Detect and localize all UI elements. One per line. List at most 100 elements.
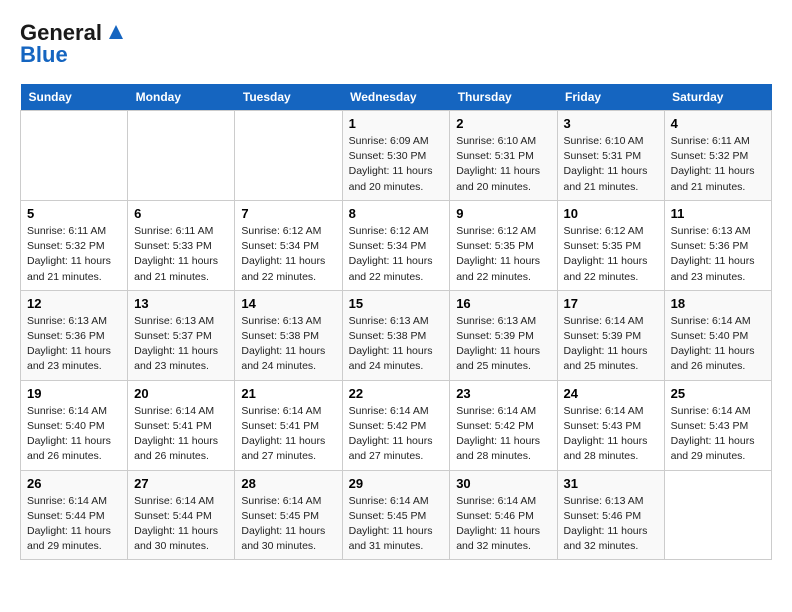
col-header-tuesday: Tuesday — [235, 84, 342, 111]
day-number: 4 — [671, 116, 765, 131]
calendar-day-cell: 5Sunrise: 6:11 AM Sunset: 5:32 PM Daylig… — [21, 200, 128, 290]
empty-cell — [235, 111, 342, 201]
day-info: Sunrise: 6:14 AM Sunset: 5:41 PM Dayligh… — [241, 404, 335, 465]
empty-cell — [664, 470, 771, 560]
day-number: 17 — [564, 296, 658, 311]
day-info: Sunrise: 6:13 AM Sunset: 5:38 PM Dayligh… — [241, 314, 335, 375]
day-number: 27 — [134, 476, 228, 491]
calendar-day-cell: 27 Sunrise: 6:14 AM Sunset: 5:44 PM Dayli… — [128, 470, 235, 560]
col-header-sunday: Sunday — [21, 84, 128, 111]
day-number: 28 — [241, 476, 335, 491]
day-info: Sunrise: 6:14 AM Sunset: 5:44 PM Dayligh… — [27, 494, 121, 555]
calendar-day-cell: 6 Sunrise: 6:11 AM Sunset: 5:33 PM Daylig… — [128, 200, 235, 290]
calendar-day-cell: 11 Sunrise: 6:13 AM Sunset: 5:36 PM Dayli… — [664, 200, 771, 290]
day-info: Sunrise: 6:11 AM Sunset: 5:32 PM Dayligh… — [671, 134, 765, 195]
calendar-week-row: 5Sunrise: 6:11 AM Sunset: 5:32 PM Daylig… — [21, 200, 772, 290]
calendar-day-cell: 28Sunrise: 6:14 AM Sunset: 5:45 PM Dayli… — [235, 470, 342, 560]
calendar-day-cell: 10 Sunrise: 6:12 AM Sunset: 5:35 PM Dayli… — [557, 200, 664, 290]
day-info: Sunrise: 6:12 AM Sunset: 5:35 PM Dayligh… — [456, 224, 550, 285]
day-info: Sunrise: 6:12 AM Sunset: 5:34 PM Dayligh… — [241, 224, 335, 285]
day-number: 14 — [241, 296, 335, 311]
day-number: 20 — [134, 386, 228, 401]
day-number: 8 — [349, 206, 444, 221]
day-info: Sunrise: 6:14 AM Sunset: 5:43 PM Dayligh… — [671, 404, 765, 465]
day-info: Sunrise: 6:14 AM Sunset: 5:39 PM Dayligh… — [564, 314, 658, 375]
day-info: Sunrise: 6:14 AM Sunset: 5:42 PM Dayligh… — [456, 404, 550, 465]
calendar-day-cell: 15 Sunrise: 6:13 AM Sunset: 5:38 PM Dayli… — [342, 290, 450, 380]
day-info: Sunrise: 6:14 AM Sunset: 5:45 PM Dayligh… — [349, 494, 444, 555]
day-number: 19 — [27, 386, 121, 401]
day-number: 21 — [241, 386, 335, 401]
day-number: 22 — [349, 386, 444, 401]
calendar-day-cell: 12 Sunrise: 6:13 AM Sunset: 5:36 PM Dayli… — [21, 290, 128, 380]
calendar-day-cell: 7 Sunrise: 6:12 AM Sunset: 5:34 PM Daylig… — [235, 200, 342, 290]
calendar-day-cell: 16 Sunrise: 6:13 AM Sunset: 5:39 PM Dayli… — [450, 290, 557, 380]
calendar-table: SundayMondayTuesdayWednesdayThursdayFrid… — [20, 84, 772, 560]
calendar-day-cell: 29 Sunrise: 6:14 AM Sunset: 5:45 PM Dayli… — [342, 470, 450, 560]
day-info: Sunrise: 6:14 AM Sunset: 5:43 PM Dayligh… — [564, 404, 658, 465]
day-number: 30 — [456, 476, 550, 491]
day-number: 11 — [671, 206, 765, 221]
empty-cell — [21, 111, 128, 201]
day-number: 23 — [456, 386, 550, 401]
calendar-day-cell: 13 Sunrise: 6:13 AM Sunset: 5:37 PM Dayli… — [128, 290, 235, 380]
col-header-friday: Friday — [557, 84, 664, 111]
day-number: 18 — [671, 296, 765, 311]
logo-blue: Blue — [20, 42, 68, 68]
calendar-day-cell: 23 Sunrise: 6:14 AM Sunset: 5:42 PM Dayli… — [450, 380, 557, 470]
calendar-day-cell: 26 Sunrise: 6:14 AM Sunset: 5:44 PM Dayli… — [21, 470, 128, 560]
day-info: Sunrise: 6:14 AM Sunset: 5:46 PM Dayligh… — [456, 494, 550, 555]
calendar-day-cell: 17 Sunrise: 6:14 AM Sunset: 5:39 PM Dayli… — [557, 290, 664, 380]
day-number: 26 — [27, 476, 121, 491]
day-number: 12 — [27, 296, 121, 311]
day-info: Sunrise: 6:14 AM Sunset: 5:42 PM Dayligh… — [349, 404, 444, 465]
calendar-day-cell: 20 Sunrise: 6:14 AM Sunset: 5:41 PM Dayli… — [128, 380, 235, 470]
calendar-day-cell: 1Sunrise: 6:09 AM Sunset: 5:30 PM Daylig… — [342, 111, 450, 201]
day-info: Sunrise: 6:10 AM Sunset: 5:31 PM Dayligh… — [456, 134, 550, 195]
day-info: Sunrise: 6:11 AM Sunset: 5:33 PM Dayligh… — [134, 224, 228, 285]
day-info: Sunrise: 6:14 AM Sunset: 5:40 PM Dayligh… — [27, 404, 121, 465]
day-number: 7 — [241, 206, 335, 221]
calendar-day-cell: 14 Sunrise: 6:13 AM Sunset: 5:38 PM Dayli… — [235, 290, 342, 380]
day-info: Sunrise: 6:13 AM Sunset: 5:39 PM Dayligh… — [456, 314, 550, 375]
day-number: 15 — [349, 296, 444, 311]
calendar-day-cell: 30 Sunrise: 6:14 AM Sunset: 5:46 PM Dayli… — [450, 470, 557, 560]
page-header: General Blue — [20, 20, 772, 68]
day-info: Sunrise: 6:14 AM Sunset: 5:40 PM Dayligh… — [671, 314, 765, 375]
calendar-week-row: 26 Sunrise: 6:14 AM Sunset: 5:44 PM Dayli… — [21, 470, 772, 560]
calendar-day-cell: 22 Sunrise: 6:14 AM Sunset: 5:42 PM Dayli… — [342, 380, 450, 470]
day-info: Sunrise: 6:13 AM Sunset: 5:37 PM Dayligh… — [134, 314, 228, 375]
day-info: Sunrise: 6:12 AM Sunset: 5:35 PM Dayligh… — [564, 224, 658, 285]
logo: General Blue — [20, 20, 127, 68]
day-number: 10 — [564, 206, 658, 221]
day-info: Sunrise: 6:10 AM Sunset: 5:31 PM Dayligh… — [564, 134, 658, 195]
day-number: 1 — [349, 116, 444, 131]
calendar-week-row: 1Sunrise: 6:09 AM Sunset: 5:30 PM Daylig… — [21, 111, 772, 201]
day-number: 16 — [456, 296, 550, 311]
calendar-day-cell: 3 Sunrise: 6:10 AM Sunset: 5:31 PM Daylig… — [557, 111, 664, 201]
calendar-header-row: SundayMondayTuesdayWednesdayThursdayFrid… — [21, 84, 772, 111]
calendar-day-cell: 9 Sunrise: 6:12 AM Sunset: 5:35 PM Daylig… — [450, 200, 557, 290]
day-info: Sunrise: 6:14 AM Sunset: 5:41 PM Dayligh… — [134, 404, 228, 465]
day-number: 13 — [134, 296, 228, 311]
day-info: Sunrise: 6:11 AM Sunset: 5:32 PM Dayligh… — [27, 224, 121, 285]
calendar-week-row: 12 Sunrise: 6:13 AM Sunset: 5:36 PM Dayli… — [21, 290, 772, 380]
day-number: 6 — [134, 206, 228, 221]
day-info: Sunrise: 6:13 AM Sunset: 5:46 PM Dayligh… — [564, 494, 658, 555]
day-info: Sunrise: 6:13 AM Sunset: 5:36 PM Dayligh… — [671, 224, 765, 285]
day-number: 9 — [456, 206, 550, 221]
day-number: 24 — [564, 386, 658, 401]
day-info: Sunrise: 6:14 AM Sunset: 5:44 PM Dayligh… — [134, 494, 228, 555]
calendar-day-cell: 21 Sunrise: 6:14 AM Sunset: 5:41 PM Dayli… — [235, 380, 342, 470]
col-header-saturday: Saturday — [664, 84, 771, 111]
calendar-day-cell: 25Sunrise: 6:14 AM Sunset: 5:43 PM Dayli… — [664, 380, 771, 470]
day-info: Sunrise: 6:12 AM Sunset: 5:34 PM Dayligh… — [349, 224, 444, 285]
day-number: 31 — [564, 476, 658, 491]
day-number: 29 — [349, 476, 444, 491]
day-number: 3 — [564, 116, 658, 131]
day-info: Sunrise: 6:13 AM Sunset: 5:38 PM Dayligh… — [349, 314, 444, 375]
calendar-week-row: 19 Sunrise: 6:14 AM Sunset: 5:40 PM Dayli… — [21, 380, 772, 470]
day-info: Sunrise: 6:13 AM Sunset: 5:36 PM Dayligh… — [27, 314, 121, 375]
empty-cell — [128, 111, 235, 201]
calendar-day-cell: 31 Sunrise: 6:13 AM Sunset: 5:46 PM Dayli… — [557, 470, 664, 560]
